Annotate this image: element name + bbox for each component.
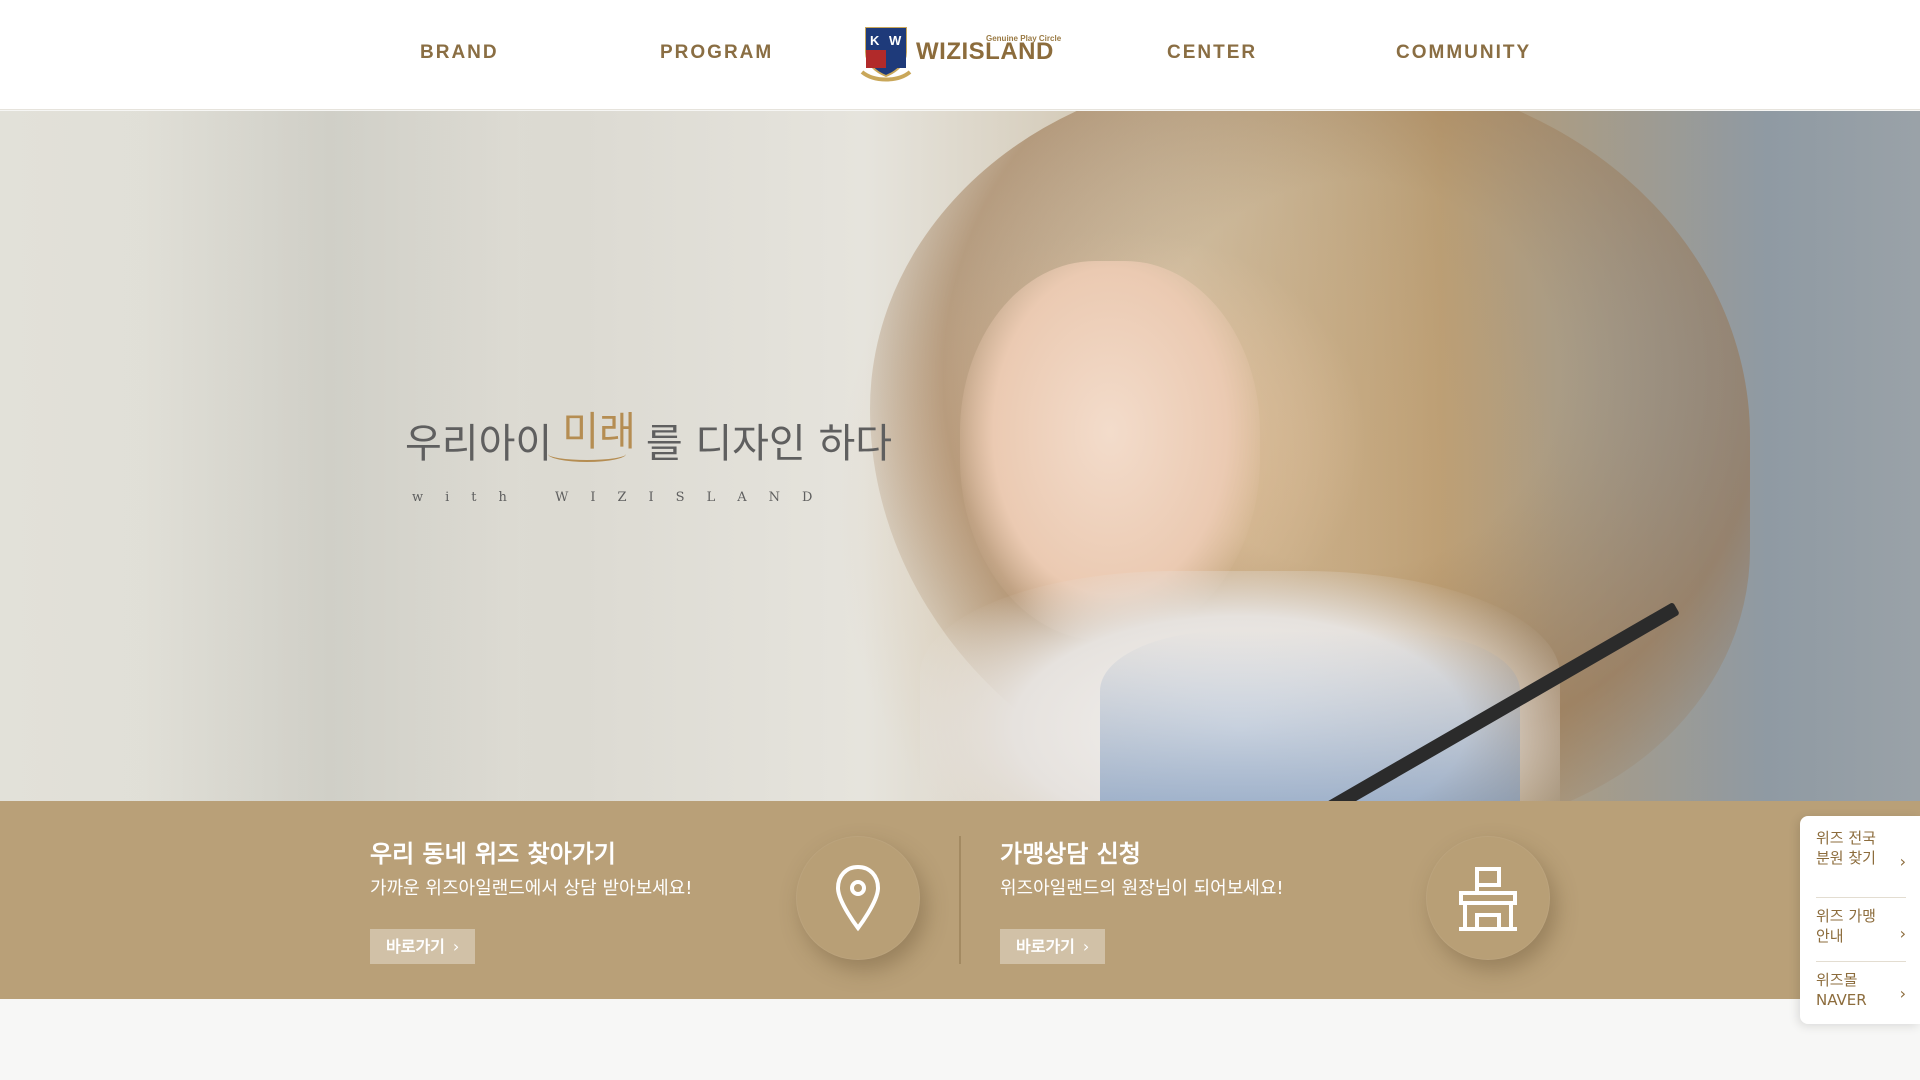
hero-title-after: 를 디자인 하다 xyxy=(645,421,893,467)
quick-menu-label: 위즈 전국분원 찾기 xyxy=(1816,829,1876,867)
franchise-button[interactable]: 바로가기 › xyxy=(1000,929,1106,964)
location-pin-icon xyxy=(835,864,881,932)
hero-title-before: 우리아이 xyxy=(405,421,553,467)
franchise-title: 가맹상담 신청 xyxy=(1000,840,1141,868)
nav-community[interactable]: COMMUNITY xyxy=(1396,42,1531,64)
chevron-right-icon: › xyxy=(1899,852,1906,871)
chevron-right-icon: › xyxy=(1082,937,1090,956)
find-center-title: 우리 동네 위즈 찾아가기 xyxy=(370,840,616,868)
nav-program[interactable]: PROGRAM xyxy=(660,42,773,64)
chevron-right-icon: › xyxy=(452,937,460,956)
lower-section xyxy=(0,999,1920,1080)
logo-name: WIZISLAND xyxy=(916,38,1054,65)
find-center-circle[interactable] xyxy=(796,836,920,960)
quick-menu-store[interactable]: 위즈몰 NAVER › xyxy=(1816,970,1906,1018)
nav-center[interactable]: CENTER xyxy=(1167,42,1257,64)
cta-divider xyxy=(959,836,961,964)
crest-letter-k: K xyxy=(870,33,880,48)
hero-banner xyxy=(0,111,1920,801)
nav-brand[interactable]: BRAND xyxy=(420,42,499,64)
crest-icon: K W xyxy=(860,27,912,82)
find-center-desc: 가까운 위즈아일랜드에서 상담 받아보세요! xyxy=(370,878,693,899)
hero-photo-overalls xyxy=(1100,631,1520,801)
chevron-right-icon: › xyxy=(1899,924,1906,943)
franchise-desc: 위즈아일랜드의 원장님이 되어보세요! xyxy=(1000,878,1284,899)
crest-letter-w: W xyxy=(889,33,902,48)
hero-title: 우리아이 미래 를 디자인 하다 xyxy=(405,409,893,469)
quick-menu-find-branch[interactable]: 위즈 전국분원 찾기 › xyxy=(1816,828,1906,898)
find-center-button[interactable]: 바로가기 › xyxy=(370,929,476,964)
logo[interactable]: K W Genuine Play Circle WIZISLAND xyxy=(860,22,1061,84)
building-flag-icon xyxy=(1459,867,1517,931)
hero-accent-underline xyxy=(548,446,626,462)
quick-menu-label: 위즈몰 NAVER xyxy=(1816,971,1867,1009)
site-header: BRAND PROGRAM K W Genuine Play Circle WI… xyxy=(0,0,1920,110)
find-center-button-label: 바로가기 xyxy=(386,937,445,956)
franchise-circle[interactable] xyxy=(1426,836,1550,960)
franchise-button-label: 바로가기 xyxy=(1016,937,1075,956)
quick-menu: 위즈 전국분원 찾기 › 위즈 가맹안내 › 위즈몰 NAVER › xyxy=(1800,816,1920,1024)
chevron-right-icon: › xyxy=(1899,984,1906,1003)
quick-menu-label: 위즈 가맹안내 xyxy=(1816,907,1876,945)
quick-menu-franchise[interactable]: 위즈 가맹안내 › xyxy=(1816,906,1906,962)
hero-subtitle: with WIZISLAND xyxy=(412,490,835,505)
